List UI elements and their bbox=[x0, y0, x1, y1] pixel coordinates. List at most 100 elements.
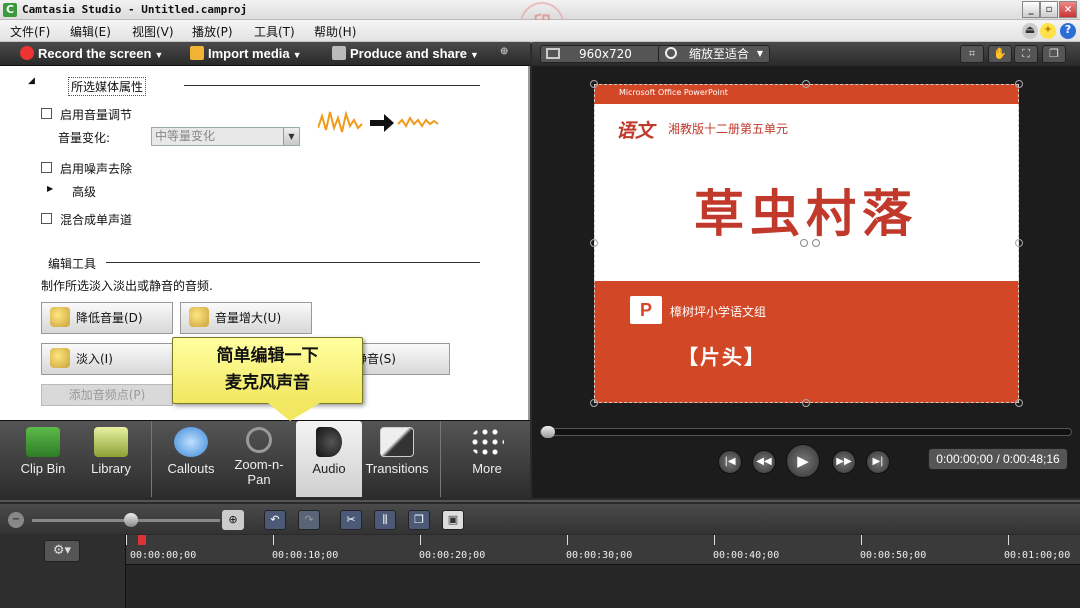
rotate-handle[interactable] bbox=[800, 239, 808, 247]
tab-more[interactable]: More bbox=[456, 421, 518, 497]
menu-file[interactable]: 文件(F) bbox=[10, 23, 50, 40]
rewind-icon[interactable]: ◀◀ bbox=[752, 450, 776, 474]
paste-icon[interactable]: ▣ bbox=[442, 510, 464, 530]
cut-icon[interactable]: ✂ bbox=[340, 510, 362, 530]
rotate-handle[interactable] bbox=[812, 239, 820, 247]
copy-icon[interactable]: ❐ bbox=[408, 510, 430, 530]
play-icon[interactable]: ▶ bbox=[786, 444, 820, 478]
preview-panel: 960x720 缩放至适合 ▼ ⌗ ✋ ⛶ ❐ Microsoft Office… bbox=[532, 42, 1080, 498]
volume-down-icon bbox=[50, 307, 70, 327]
fast-forward-icon[interactable]: ▶▶ bbox=[832, 450, 856, 474]
volume-up-icon bbox=[189, 307, 209, 327]
section-title-media-properties: 所选媒体属性 bbox=[68, 77, 147, 96]
resize-handle[interactable] bbox=[1015, 80, 1023, 88]
menu-tools[interactable]: 工具(T) bbox=[254, 23, 295, 40]
menu-help[interactable]: 帮助(H) bbox=[314, 23, 356, 40]
zoom-in-icon[interactable]: ⊕ bbox=[222, 510, 244, 530]
redo-icon[interactable]: ↷ bbox=[298, 510, 320, 530]
fade-in-button[interactable]: 淡入(I) bbox=[41, 343, 173, 375]
playhead-marker-icon[interactable] bbox=[138, 535, 146, 545]
volume-change-select[interactable]: 中等量变化 ▼ bbox=[151, 127, 300, 146]
menu-view[interactable]: 视图(V) bbox=[132, 23, 174, 40]
camtasia-app-icon: C bbox=[3, 3, 17, 17]
folder-icon bbox=[94, 427, 128, 457]
jump-to-end-icon[interactable]: ▶| bbox=[866, 450, 890, 474]
lower-volume-button[interactable]: 降低音量(D) bbox=[41, 302, 173, 334]
raise-volume-button[interactable]: 音量增大(U) bbox=[180, 302, 312, 334]
mix-mono-checkbox[interactable] bbox=[41, 213, 52, 224]
menu-edit[interactable]: 编辑(E) bbox=[70, 23, 111, 40]
produce-share-button[interactable]: Produce and share ▼ bbox=[332, 46, 479, 61]
pan-hand-icon[interactable]: ✋ bbox=[988, 45, 1012, 63]
menu-play[interactable]: 播放(P) bbox=[192, 23, 233, 40]
transition-icon bbox=[380, 427, 414, 457]
timeline-track-area[interactable] bbox=[126, 566, 1080, 608]
tab-zoom-n-pan[interactable]: Zoom-n- Pan bbox=[226, 421, 292, 497]
resize-handle[interactable] bbox=[1015, 399, 1023, 407]
detach-preview-icon[interactable]: ❐ bbox=[1042, 45, 1066, 63]
mix-mono-label: 混合成单声道 bbox=[60, 213, 133, 227]
expand-arrow-icon[interactable]: ▶ bbox=[47, 184, 53, 193]
magnifier-icon bbox=[246, 427, 272, 453]
resize-handle[interactable] bbox=[590, 239, 598, 247]
toolbar-overflow-icon[interactable]: ⊕ bbox=[500, 46, 508, 57]
tooltip-callout: 简单编辑一下 麦克风声音 bbox=[172, 337, 363, 404]
ruler-tick-label: 00:00:10;00 bbox=[272, 550, 339, 561]
scrubber-knob[interactable] bbox=[541, 426, 555, 438]
tooltip-line-1: 简单编辑一下 bbox=[216, 346, 319, 366]
add-audio-point-button[interactable]: 添加音频点(P) bbox=[41, 384, 173, 406]
split-icon[interactable]: ⫼ bbox=[374, 510, 396, 530]
tab-library[interactable]: Library bbox=[78, 421, 144, 497]
ruler-tick-label: 00:00:40;00 bbox=[713, 550, 780, 561]
volume-change-label: 音量变化: bbox=[58, 131, 111, 145]
advanced-toggle[interactable]: 高级 bbox=[72, 183, 96, 200]
tab-separator bbox=[151, 421, 152, 497]
ruler-tick-label: 00:00:30;00 bbox=[566, 550, 633, 561]
waveform-leveling-icon bbox=[318, 110, 439, 133]
track-header: ⚙▾ bbox=[0, 535, 126, 608]
lightbulb-icon[interactable]: ✦ bbox=[1040, 23, 1056, 39]
crop-icon[interactable]: ⌗ bbox=[960, 45, 984, 63]
import-folder-icon bbox=[190, 46, 204, 60]
resize-handle[interactable] bbox=[802, 80, 810, 88]
tab-transitions[interactable]: Transitions bbox=[362, 421, 432, 497]
ruler-tick-label: 00:01:00;00 bbox=[1004, 550, 1071, 561]
import-media-button[interactable]: Import media ▼ bbox=[190, 46, 302, 61]
enable-volume-checkbox[interactable] bbox=[41, 108, 52, 119]
gear-icon[interactable]: ⚙▾ bbox=[44, 540, 80, 562]
close-button[interactable]: × bbox=[1059, 1, 1077, 18]
ruler-tick-label: 00:00:00;00 bbox=[130, 550, 197, 561]
resize-handle[interactable] bbox=[590, 399, 598, 407]
tab-clip-bin[interactable]: Clip Bin bbox=[10, 421, 76, 497]
menu-bar: 文件(F) 编辑(E) 视图(V) 播放(P) 工具(T) 帮助(H) ⏏ ✦ … bbox=[0, 20, 1080, 42]
resize-handle[interactable] bbox=[1015, 239, 1023, 247]
dots-icon bbox=[470, 427, 504, 457]
minimize-button[interactable]: _ bbox=[1022, 1, 1040, 18]
jump-to-start-icon[interactable]: |◀ bbox=[718, 450, 742, 474]
section-title-edit-tools: 编辑工具 bbox=[48, 257, 97, 271]
tab-audio[interactable]: Audio bbox=[296, 421, 362, 497]
tab-callouts[interactable]: Callouts bbox=[158, 421, 224, 497]
help-icon[interactable]: ? bbox=[1060, 23, 1076, 39]
enable-noise-removal-checkbox[interactable] bbox=[41, 162, 52, 173]
zoom-out-icon[interactable]: − bbox=[8, 512, 24, 528]
fullscreen-icon[interactable]: ⛶ bbox=[1014, 45, 1038, 63]
timeline-ruler[interactable]: 00:00:00;00 00:00:10;00 00:00:20;00 00:0… bbox=[126, 535, 1080, 565]
upload-icon[interactable]: ⏏ bbox=[1022, 23, 1038, 39]
record-screen-button[interactable]: Record the screen ▼ bbox=[20, 46, 163, 61]
speech-bubble-icon bbox=[174, 427, 208, 457]
timeline-panel: − ⊕ ↶ ↷ ✂ ⫼ ❐ ▣ ⚙▾ 00:00:00;00 00:00:10;… bbox=[0, 500, 1080, 608]
speaker-icon bbox=[316, 427, 342, 457]
resize-handle[interactable] bbox=[590, 80, 598, 88]
tooltip-pointer bbox=[268, 403, 320, 421]
collapse-arrow-icon[interactable]: ◢ bbox=[28, 76, 35, 86]
enable-noise-removal-label: 启用噪声去除 bbox=[60, 162, 133, 176]
undo-icon[interactable]: ↶ bbox=[264, 510, 286, 530]
timeline-zoom-knob[interactable] bbox=[124, 513, 138, 527]
playback-scrubber[interactable] bbox=[540, 426, 1072, 438]
resize-handle[interactable] bbox=[802, 399, 810, 407]
section-divider bbox=[106, 262, 480, 263]
tooltip-line-2: 麦克风声音 bbox=[225, 373, 310, 393]
chevron-down-icon: ▼ bbox=[283, 128, 299, 145]
maximize-button[interactable]: ▫ bbox=[1040, 1, 1058, 18]
